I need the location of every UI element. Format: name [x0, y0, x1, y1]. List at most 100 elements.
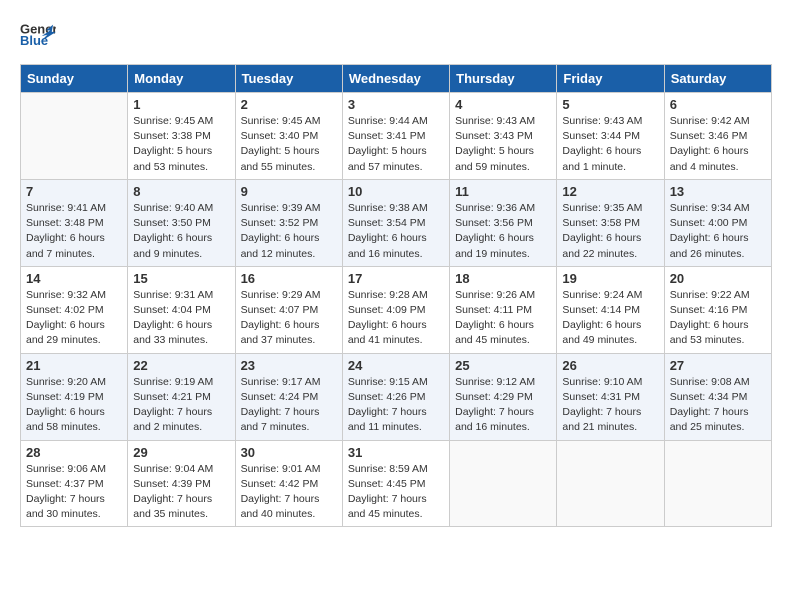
- calendar-cell: 26 Sunrise: 9:10 AMSunset: 4:31 PMDayligh…: [557, 353, 664, 440]
- calendar-cell: 15 Sunrise: 9:31 AMSunset: 4:04 PMDayligh…: [128, 266, 235, 353]
- day-info: Sunrise: 9:24 AMSunset: 4:14 PMDaylight:…: [562, 288, 658, 349]
- day-info: Sunrise: 9:41 AMSunset: 3:48 PMDaylight:…: [26, 201, 122, 262]
- day-number: 10: [348, 184, 444, 199]
- day-number: 11: [455, 184, 551, 199]
- day-info: Sunrise: 9:42 AMSunset: 3:46 PMDaylight:…: [670, 114, 766, 175]
- day-number: 3: [348, 97, 444, 112]
- calendar-cell: 23 Sunrise: 9:17 AMSunset: 4:24 PMDayligh…: [235, 353, 342, 440]
- week-row-4: 21 Sunrise: 9:20 AMSunset: 4:19 PMDayligh…: [21, 353, 772, 440]
- calendar-cell: 25 Sunrise: 9:12 AMSunset: 4:29 PMDayligh…: [450, 353, 557, 440]
- day-info: Sunrise: 9:39 AMSunset: 3:52 PMDaylight:…: [241, 201, 337, 262]
- week-row-3: 14Sunrise: 9:32 AMSunset: 4:02 PMDayligh…: [21, 266, 772, 353]
- dow-friday: Friday: [557, 65, 664, 93]
- calendar-cell: 22Sunrise: 9:19 AMSunset: 4:21 PMDayligh…: [128, 353, 235, 440]
- day-number: 4: [455, 97, 551, 112]
- day-number: 1: [133, 97, 229, 112]
- day-info: Sunrise: 9:01 AMSunset: 4:42 PMDaylight:…: [241, 462, 337, 523]
- logo-icon: General Blue: [20, 20, 56, 48]
- calendar-cell: 12 Sunrise: 9:35 AMSunset: 3:58 PMDayligh…: [557, 179, 664, 266]
- day-info: Sunrise: 9:43 AMSunset: 3:44 PMDaylight:…: [562, 114, 658, 175]
- calendar-cell: 27 Sunrise: 9:08 AMSunset: 4:34 PMDayligh…: [664, 353, 771, 440]
- day-info: Sunrise: 9:06 AMSunset: 4:37 PMDaylight:…: [26, 462, 122, 523]
- day-info: Sunrise: 8:59 AMSunset: 4:45 PMDaylight:…: [348, 462, 444, 523]
- calendar-cell: 21 Sunrise: 9:20 AMSunset: 4:19 PMDayligh…: [21, 353, 128, 440]
- day-info: Sunrise: 9:31 AMSunset: 4:04 PMDaylight:…: [133, 288, 229, 349]
- day-number: 25: [455, 358, 551, 373]
- day-number: 12: [562, 184, 658, 199]
- week-row-5: 28Sunrise: 9:06 AMSunset: 4:37 PMDayligh…: [21, 440, 772, 527]
- dow-tuesday: Tuesday: [235, 65, 342, 93]
- week-row-1: 1 Sunrise: 9:45 AMSunset: 3:38 PMDaylight…: [21, 93, 772, 180]
- day-number: 6: [670, 97, 766, 112]
- day-number: 31: [348, 445, 444, 460]
- day-info: Sunrise: 9:15 AMSunset: 4:26 PMDaylight:…: [348, 375, 444, 436]
- calendar-cell: 6 Sunrise: 9:42 AMSunset: 3:46 PMDaylight…: [664, 93, 771, 180]
- calendar-cell: [664, 440, 771, 527]
- calendar-cell: 24 Sunrise: 9:15 AMSunset: 4:26 PMDayligh…: [342, 353, 449, 440]
- calendar-body: 1 Sunrise: 9:45 AMSunset: 3:38 PMDaylight…: [21, 93, 772, 527]
- day-number: 19: [562, 271, 658, 286]
- page-header: General Blue: [20, 20, 772, 48]
- day-number: 26: [562, 358, 658, 373]
- calendar-cell: 11Sunrise: 9:36 AMSunset: 3:56 PMDayligh…: [450, 179, 557, 266]
- day-info: Sunrise: 9:12 AMSunset: 4:29 PMDaylight:…: [455, 375, 551, 436]
- calendar-cell: 2Sunrise: 9:45 AMSunset: 3:40 PMDaylight…: [235, 93, 342, 180]
- day-info: Sunrise: 9:29 AMSunset: 4:07 PMDaylight:…: [241, 288, 337, 349]
- day-number: 21: [26, 358, 122, 373]
- day-number: 14: [26, 271, 122, 286]
- day-info: Sunrise: 9:38 AMSunset: 3:54 PMDaylight:…: [348, 201, 444, 262]
- calendar-cell: 17Sunrise: 9:28 AMSunset: 4:09 PMDayligh…: [342, 266, 449, 353]
- calendar-cell: 10 Sunrise: 9:38 AMSunset: 3:54 PMDayligh…: [342, 179, 449, 266]
- calendar-cell: 8 Sunrise: 9:40 AMSunset: 3:50 PMDaylight…: [128, 179, 235, 266]
- day-info: Sunrise: 9:45 AMSunset: 3:38 PMDaylight:…: [133, 114, 229, 175]
- day-info: Sunrise: 9:40 AMSunset: 3:50 PMDaylight:…: [133, 201, 229, 262]
- calendar-table: SundayMondayTuesdayWednesdayThursdayFrid…: [20, 64, 772, 527]
- calendar-cell: [450, 440, 557, 527]
- calendar-cell: 30Sunrise: 9:01 AMSunset: 4:42 PMDayligh…: [235, 440, 342, 527]
- day-number: 27: [670, 358, 766, 373]
- day-info: Sunrise: 9:17 AMSunset: 4:24 PMDaylight:…: [241, 375, 337, 436]
- days-of-week-header: SundayMondayTuesdayWednesdayThursdayFrid…: [21, 65, 772, 93]
- day-number: 18: [455, 271, 551, 286]
- calendar-cell: 14Sunrise: 9:32 AMSunset: 4:02 PMDayligh…: [21, 266, 128, 353]
- day-number: 24: [348, 358, 444, 373]
- day-info: Sunrise: 9:08 AMSunset: 4:34 PMDaylight:…: [670, 375, 766, 436]
- day-info: Sunrise: 9:04 AMSunset: 4:39 PMDaylight:…: [133, 462, 229, 523]
- day-info: Sunrise: 9:22 AMSunset: 4:16 PMDaylight:…: [670, 288, 766, 349]
- calendar-cell: 19 Sunrise: 9:24 AMSunset: 4:14 PMDayligh…: [557, 266, 664, 353]
- day-info: Sunrise: 9:44 AMSunset: 3:41 PMDaylight:…: [348, 114, 444, 175]
- calendar-cell: 20 Sunrise: 9:22 AMSunset: 4:16 PMDayligh…: [664, 266, 771, 353]
- logo: General Blue: [20, 20, 56, 48]
- day-number: 7: [26, 184, 122, 199]
- dow-saturday: Saturday: [664, 65, 771, 93]
- calendar-cell: 31 Sunrise: 8:59 AMSunset: 4:45 PMDayligh…: [342, 440, 449, 527]
- calendar-cell: 18 Sunrise: 9:26 AMSunset: 4:11 PMDayligh…: [450, 266, 557, 353]
- calendar-cell: 9Sunrise: 9:39 AMSunset: 3:52 PMDaylight…: [235, 179, 342, 266]
- day-info: Sunrise: 9:34 AMSunset: 4:00 PMDaylight:…: [670, 201, 766, 262]
- calendar-cell: 4 Sunrise: 9:43 AMSunset: 3:43 PMDaylight…: [450, 93, 557, 180]
- day-number: 23: [241, 358, 337, 373]
- day-info: Sunrise: 9:35 AMSunset: 3:58 PMDaylight:…: [562, 201, 658, 262]
- dow-monday: Monday: [128, 65, 235, 93]
- day-info: Sunrise: 9:19 AMSunset: 4:21 PMDaylight:…: [133, 375, 229, 436]
- calendar-cell: 7 Sunrise: 9:41 AMSunset: 3:48 PMDaylight…: [21, 179, 128, 266]
- dow-sunday: Sunday: [21, 65, 128, 93]
- day-number: 5: [562, 97, 658, 112]
- day-number: 8: [133, 184, 229, 199]
- calendar-cell: 16Sunrise: 9:29 AMSunset: 4:07 PMDayligh…: [235, 266, 342, 353]
- day-number: 15: [133, 271, 229, 286]
- day-number: 20: [670, 271, 766, 286]
- day-info: Sunrise: 9:43 AMSunset: 3:43 PMDaylight:…: [455, 114, 551, 175]
- day-info: Sunrise: 9:20 AMSunset: 4:19 PMDaylight:…: [26, 375, 122, 436]
- calendar-cell: 29 Sunrise: 9:04 AMSunset: 4:39 PMDayligh…: [128, 440, 235, 527]
- dow-thursday: Thursday: [450, 65, 557, 93]
- day-info: Sunrise: 9:10 AMSunset: 4:31 PMDaylight:…: [562, 375, 658, 436]
- week-row-2: 7 Sunrise: 9:41 AMSunset: 3:48 PMDaylight…: [21, 179, 772, 266]
- calendar-cell: 3 Sunrise: 9:44 AMSunset: 3:41 PMDaylight…: [342, 93, 449, 180]
- calendar-cell: 5 Sunrise: 9:43 AMSunset: 3:44 PMDaylight…: [557, 93, 664, 180]
- day-info: Sunrise: 9:45 AMSunset: 3:40 PMDaylight:…: [241, 114, 337, 175]
- calendar-cell: 13Sunrise: 9:34 AMSunset: 4:00 PMDayligh…: [664, 179, 771, 266]
- day-number: 29: [133, 445, 229, 460]
- calendar-cell: [21, 93, 128, 180]
- day-info: Sunrise: 9:26 AMSunset: 4:11 PMDaylight:…: [455, 288, 551, 349]
